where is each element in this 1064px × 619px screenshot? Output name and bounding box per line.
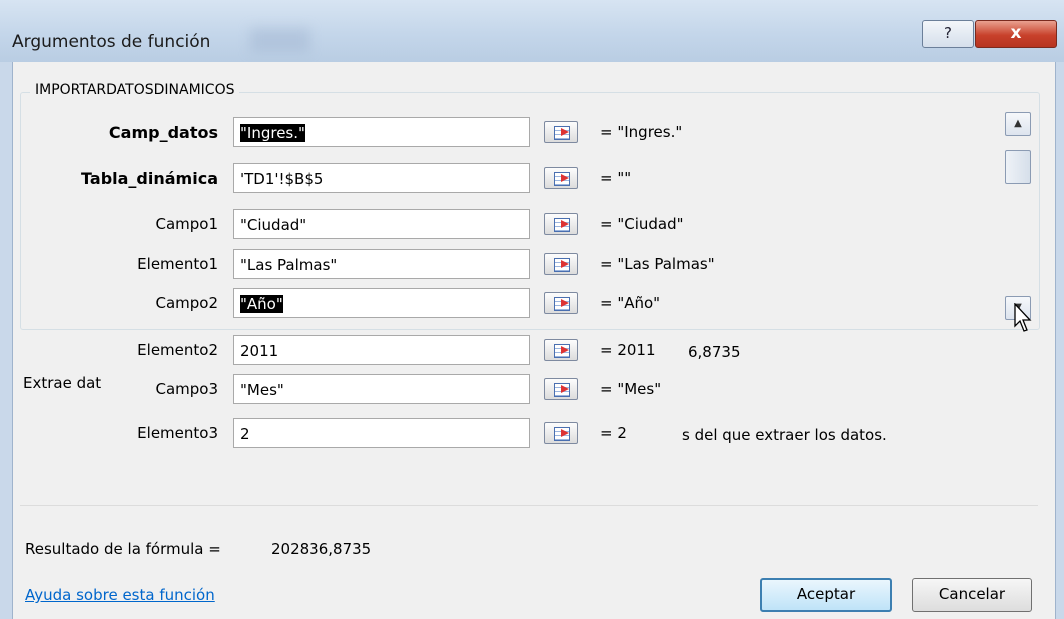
range-select-button-4[interactable] <box>544 292 578 314</box>
description-text-end: s del que extraer los datos. <box>682 426 887 444</box>
range-select-button-6[interactable] <box>544 378 578 400</box>
range-select-button-7[interactable] <box>544 422 578 444</box>
arguments-scrollbar[interactable]: ▲ ▼ <box>1005 112 1033 324</box>
cancel-button[interactable]: Cancelar <box>912 578 1032 612</box>
formula-result-label: Resultado de la fórmula = <box>25 540 221 558</box>
arg-input-4[interactable]: "Año" <box>233 288 530 318</box>
arg-input-2[interactable]: "Ciudad" <box>233 209 530 239</box>
arg-result-5: = 2011 <box>600 341 656 359</box>
arg-result-7: = 2 <box>600 424 627 442</box>
arg-input-text-5: 2011 <box>240 342 279 360</box>
arg-input-6[interactable]: "Mes" <box>233 374 530 404</box>
window-left-border <box>0 62 13 619</box>
title-glare <box>250 28 310 52</box>
arg-input-text-4: "Año" <box>240 295 283 313</box>
range-select-button-2[interactable] <box>544 213 578 235</box>
range-select-button-0[interactable] <box>544 121 578 143</box>
formula-result-value: 202836,8735 <box>271 540 372 558</box>
result-preview-tail: 6,8735 <box>688 343 741 361</box>
arg-label-5: Elemento2 <box>137 341 218 359</box>
scroll-up-icon: ▲ <box>1014 118 1022 129</box>
window-title: Argumentos de función <box>12 32 211 52</box>
arg-input-3[interactable]: "Las Palmas" <box>233 249 530 279</box>
scroll-thumb[interactable] <box>1005 150 1031 184</box>
arg-result-4: = "Año" <box>600 294 661 312</box>
arg-result-2: = "Ciudad" <box>600 215 684 233</box>
arg-input-7[interactable]: 2 <box>233 418 530 448</box>
arg-result-1: = "" <box>600 169 632 187</box>
scroll-up-button[interactable]: ▲ <box>1005 112 1031 136</box>
arg-input-text-3: "Las Palmas" <box>240 256 338 274</box>
arg-label-6: Campo3 <box>155 380 218 398</box>
arg-result-0: = "Ingres." <box>600 123 683 141</box>
help-function-link[interactable]: Ayuda sobre esta función <box>25 586 215 604</box>
arg-input-text-6: "Mes" <box>240 381 284 399</box>
arg-label-3: Elemento1 <box>137 255 218 273</box>
arg-input-1[interactable]: 'TD1'!$B$5 <box>233 163 530 193</box>
function-name-label: IMPORTARDATOSDINAMICOS <box>30 82 240 98</box>
help-button[interactable]: ? <box>922 20 974 48</box>
arg-label-1: Tabla_dinámica <box>81 169 218 188</box>
arg-label-4: Campo2 <box>155 294 218 312</box>
arg-label-0: Camp_datos <box>108 123 218 142</box>
arg-input-5[interactable]: 2011 <box>233 335 530 365</box>
arg-label-7: Elemento3 <box>137 424 218 442</box>
arg-result-6: = "Mes" <box>600 380 662 398</box>
title-bar[interactable] <box>0 0 1064 62</box>
footer-divider <box>20 505 1038 506</box>
arg-input-text-2: "Ciudad" <box>240 216 307 234</box>
mouse-pointer-icon <box>1014 303 1032 332</box>
accept-button[interactable]: Aceptar <box>760 578 892 612</box>
arg-label-2: Campo1 <box>155 215 218 233</box>
close-button[interactable]: x <box>975 20 1057 48</box>
arg-input-text-0: "Ingres." <box>240 124 305 142</box>
range-select-button-3[interactable] <box>544 253 578 275</box>
arg-input-text-7: 2 <box>240 425 250 443</box>
window-right-border <box>1055 62 1064 619</box>
arg-input-text-1: 'TD1'!$B$5 <box>240 170 324 188</box>
range-select-button-1[interactable] <box>544 167 578 189</box>
arg-result-3: = "Las Palmas" <box>600 255 715 273</box>
range-select-button-5[interactable] <box>544 339 578 361</box>
arg-input-0[interactable]: "Ingres." <box>233 117 530 147</box>
